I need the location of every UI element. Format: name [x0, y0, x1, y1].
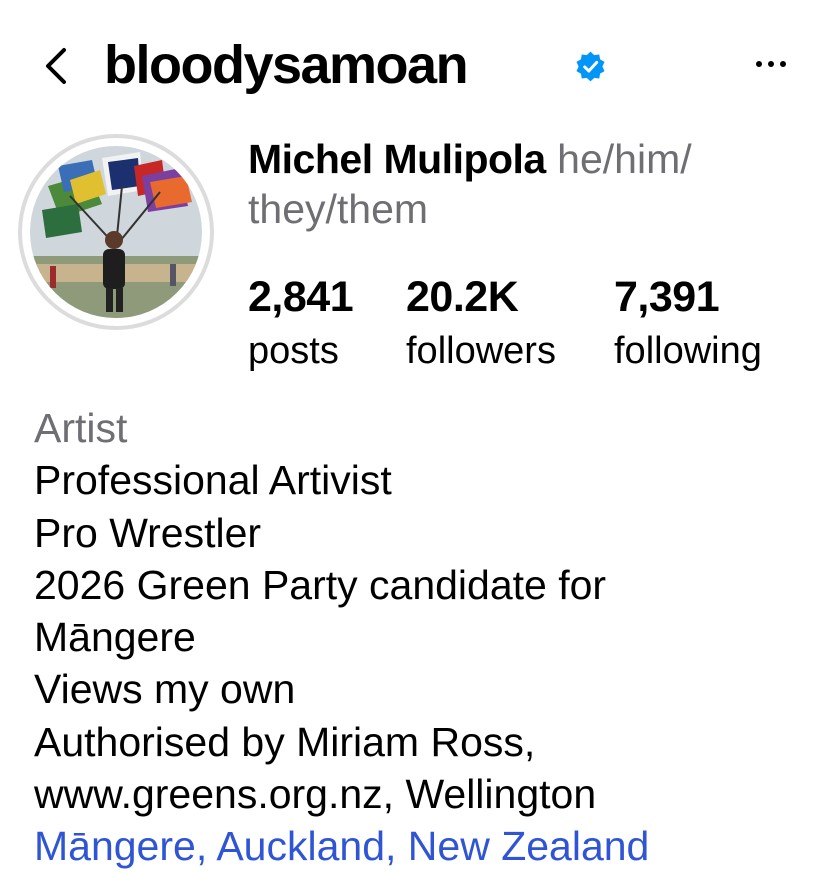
display-name: Michel Mulipola — [248, 136, 546, 182]
profile-category: Artist — [34, 405, 128, 451]
profile-header: bloodysamoan — [0, 0, 827, 130]
bio-line: Māngere — [34, 614, 196, 661]
bio-line: 2026 Green Party candidate for — [34, 561, 607, 608]
posts-label: posts — [248, 330, 339, 372]
posts-stat[interactable]: 2,841 posts — [248, 270, 354, 378]
followers-stat[interactable]: 20.2K followers — [406, 270, 556, 378]
followers-count: 20.2K — [406, 273, 519, 321]
verified-badge-icon — [576, 51, 605, 82]
bio-line: www.greens.org.nz, Wellington — [34, 771, 597, 818]
profile-photo — [30, 146, 202, 318]
bio-line: Authorised by Miriam Ross, — [34, 718, 536, 765]
bio-line: Views my own — [34, 666, 296, 713]
following-count: 7,391 — [614, 273, 720, 321]
posts-count: 2,841 — [248, 273, 354, 321]
location-link[interactable]: Māngere, Auckland, New Zealand — [34, 820, 824, 872]
following-label: following — [614, 330, 762, 372]
profile-stats: 2,841 posts 20.2K followers 7,391 follow… — [248, 270, 818, 380]
display-name-block: Michel Mulipola he/him/they/them — [248, 134, 808, 234]
avatar[interactable] — [18, 134, 214, 330]
bio-line: Pro Wrestler — [34, 509, 262, 556]
back-button[interactable] — [38, 38, 78, 94]
following-stat[interactable]: 7,391 following — [614, 270, 762, 378]
username: bloodysamoan — [104, 35, 469, 95]
bio: Artist Professional Artivist Pro Wrestle… — [34, 402, 824, 873]
bio-line: Professional Artivist — [34, 457, 392, 504]
chevron-left-icon — [46, 48, 66, 84]
followers-label: followers — [406, 330, 556, 372]
more-horizontal-icon — [756, 61, 786, 67]
more-options-button[interactable] — [750, 48, 792, 78]
